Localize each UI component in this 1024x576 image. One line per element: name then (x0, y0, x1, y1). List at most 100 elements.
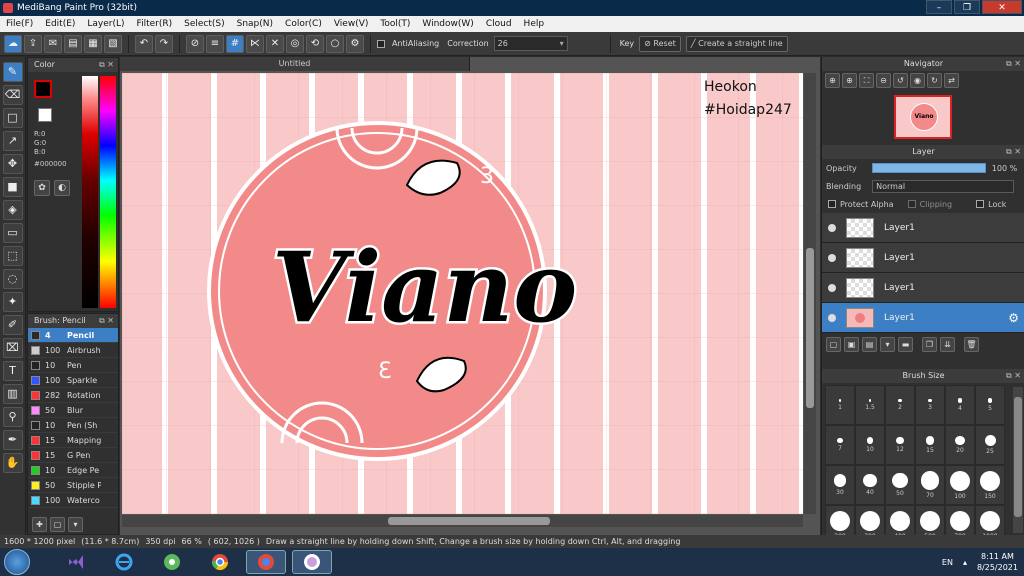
correction-select[interactable]: 26 (493, 36, 568, 51)
brush-file-icon[interactable]: ▢ (50, 516, 65, 532)
panel-close-icon[interactable]: ⧉ ✕ (1006, 57, 1021, 71)
add-layer-menu-icon[interactable]: ▾ (880, 337, 895, 352)
chrome-icon[interactable] (200, 550, 240, 574)
bucket-tool-icon[interactable]: ◈ (2, 200, 23, 220)
brush-list-item[interactable]: 100 Sparkle (28, 373, 118, 388)
foreground-color-swatch[interactable] (34, 80, 52, 98)
comment-icon[interactable]: ✉ (44, 34, 62, 53)
duplicate-layer-icon[interactable]: ❐ (922, 337, 937, 352)
palette-icon[interactable]: ✿ (34, 180, 50, 196)
menu-edit[interactable]: Edit(E) (39, 19, 81, 29)
snap-settings-icon[interactable]: ⚙ (346, 34, 364, 53)
document-tab[interactable]: Untitled (120, 57, 470, 71)
menu-filter[interactable]: Filter(R) (131, 19, 179, 29)
menu-color[interactable]: Color(C) (279, 19, 328, 29)
canvas-vertical-scrollbar[interactable] (804, 73, 816, 514)
panel-close-icon[interactable]: ⧉ ✕ (1006, 145, 1021, 159)
eyedropper-tool-icon[interactable]: ⚲ (2, 407, 23, 427)
close-button[interactable]: ✕ (982, 0, 1022, 14)
pen-tool-icon[interactable]: ✒ (2, 430, 23, 450)
zoom-in-alt-icon[interactable]: ⊕ (842, 72, 857, 88)
brush-size-cell[interactable]: 3 (915, 385, 945, 425)
menu-file[interactable]: File(F) (0, 19, 39, 29)
menu-layer[interactable]: Layer(L) (81, 19, 130, 29)
brush-size-cell[interactable]: 7 (825, 425, 855, 465)
minimize-button[interactable]: – (926, 0, 952, 14)
zoom-in-icon[interactable]: ⊕ (825, 72, 840, 88)
layer-row-selected[interactable]: Layer1 ⚙ (822, 303, 1024, 333)
brush-size-cell[interactable]: 150 (975, 465, 1005, 505)
divide-tool-icon[interactable]: ▥ (2, 384, 23, 404)
protect-alpha-checkbox[interactable] (828, 200, 836, 208)
menu-help[interactable]: Help (518, 19, 551, 29)
flip-icon[interactable]: ⇄ (944, 72, 959, 88)
magic-wand-tool-icon[interactable]: ✦ (2, 292, 23, 312)
redo-icon[interactable]: ↷ (155, 34, 173, 53)
rect-select-tool-icon[interactable]: □ (2, 108, 23, 128)
curve-snap-icon[interactable]: ⟲ (306, 34, 324, 53)
background-color-swatch[interactable] (38, 108, 52, 122)
clipping-checkbox[interactable] (907, 200, 916, 208)
brush-size-cell[interactable]: 4 (945, 385, 975, 425)
gradient-tool-icon[interactable]: ▭ (2, 223, 23, 243)
brush-list-item[interactable]: 100 Waterco (28, 493, 118, 508)
layer-row[interactable]: Layer1 (822, 273, 1024, 303)
straight-line-button[interactable]: ╱ Create a straight line (685, 35, 788, 52)
brush-list-item[interactable]: 282 Rotation (28, 388, 118, 403)
brush-size-cell[interactable]: 15 (915, 425, 945, 465)
brush-size-cell[interactable]: 5 (975, 385, 1005, 425)
brush-size-cell[interactable]: 30 (825, 465, 855, 505)
internet-explorer-icon[interactable] (104, 550, 144, 574)
visual-studio-icon[interactable] (56, 550, 96, 574)
layer-row[interactable]: Layer1 (822, 213, 1024, 243)
merge-down-icon[interactable]: ⇊ (940, 337, 955, 352)
brush-size-cell[interactable]: 40 (855, 465, 885, 505)
cross-snap-icon[interactable]: ✕ (266, 34, 284, 53)
brush-size-cell[interactable]: 50 (885, 465, 915, 505)
menu-cloud[interactable]: Cloud (480, 19, 518, 29)
hand-tool-icon[interactable]: ✋ (2, 453, 23, 473)
menu-view[interactable]: View(V) (328, 19, 375, 29)
share-icon[interactable]: ⇪ (24, 34, 42, 53)
brush-size-cell[interactable]: 1.5 (855, 385, 885, 425)
panel-close-icon[interactable]: ⧉ ✕ (99, 314, 114, 328)
brush-list-item[interactable]: 10 Pen (Sh (28, 418, 118, 433)
scroll-thumb[interactable] (806, 248, 814, 408)
visibility-eye-icon[interactable] (828, 253, 836, 262)
dot-tool-icon[interactable]: ↗ (2, 131, 23, 151)
parallel-snap-icon[interactable]: ≡ (206, 34, 224, 53)
brush-list-item[interactable]: 10 Pen (28, 358, 118, 373)
opacity-slider[interactable] (871, 163, 986, 173)
move-tool-icon[interactable]: ✥ (2, 154, 23, 174)
lasso-tool-icon[interactable]: ◌ (2, 269, 23, 289)
brush-list-item[interactable]: 50 Blur (28, 403, 118, 418)
navigator-thumbnail[interactable]: Viano (894, 95, 952, 139)
brush-size-cell[interactable]: 100 (945, 465, 975, 505)
new-layer-icon[interactable]: ▢ (826, 337, 841, 352)
grid-snap-icon[interactable]: # (226, 34, 244, 53)
drawing-canvas[interactable]: 3 3 Viano Heokon #Hoidap247 (122, 73, 803, 514)
scroll-thumb[interactable] (388, 517, 550, 525)
menu-window[interactable]: Window(W) (416, 19, 479, 29)
brush-size-cell[interactable]: 1 (825, 385, 855, 425)
undo-icon[interactable]: ↶ (135, 34, 153, 53)
brush-menu-icon[interactable]: ▾ (68, 516, 83, 532)
zoom-out-icon[interactable]: ⊖ (876, 72, 891, 88)
add-brush-icon[interactable]: ✚ (32, 516, 47, 532)
layer-settings-gear-icon[interactable]: ⚙ (1008, 311, 1019, 325)
fit-icon[interactable]: ⛶ (859, 72, 874, 88)
brush-list-item[interactable]: 15 Mapping (28, 433, 118, 448)
select-eraser-tool-icon[interactable]: ⌧ (2, 338, 23, 358)
brush-size-cell[interactable]: 70 (915, 465, 945, 505)
layer-row[interactable]: Layer1 (822, 243, 1024, 273)
hue-slider[interactable] (100, 76, 116, 308)
select-tool-icon[interactable]: ⬚ (2, 246, 23, 266)
coccoc-active-icon[interactable] (246, 550, 286, 574)
brush-size-cell[interactable]: 2 (885, 385, 915, 425)
rotate-left-icon[interactable]: ↺ (893, 72, 908, 88)
language-indicator[interactable]: EN (942, 558, 953, 567)
new-layer-8bit-icon[interactable]: ▣ (844, 337, 859, 352)
medibang-taskbar-icon[interactable] (292, 550, 332, 574)
save-icon[interactable]: ▦ (84, 34, 102, 53)
color-history-icon[interactable]: ◐ (54, 180, 70, 196)
